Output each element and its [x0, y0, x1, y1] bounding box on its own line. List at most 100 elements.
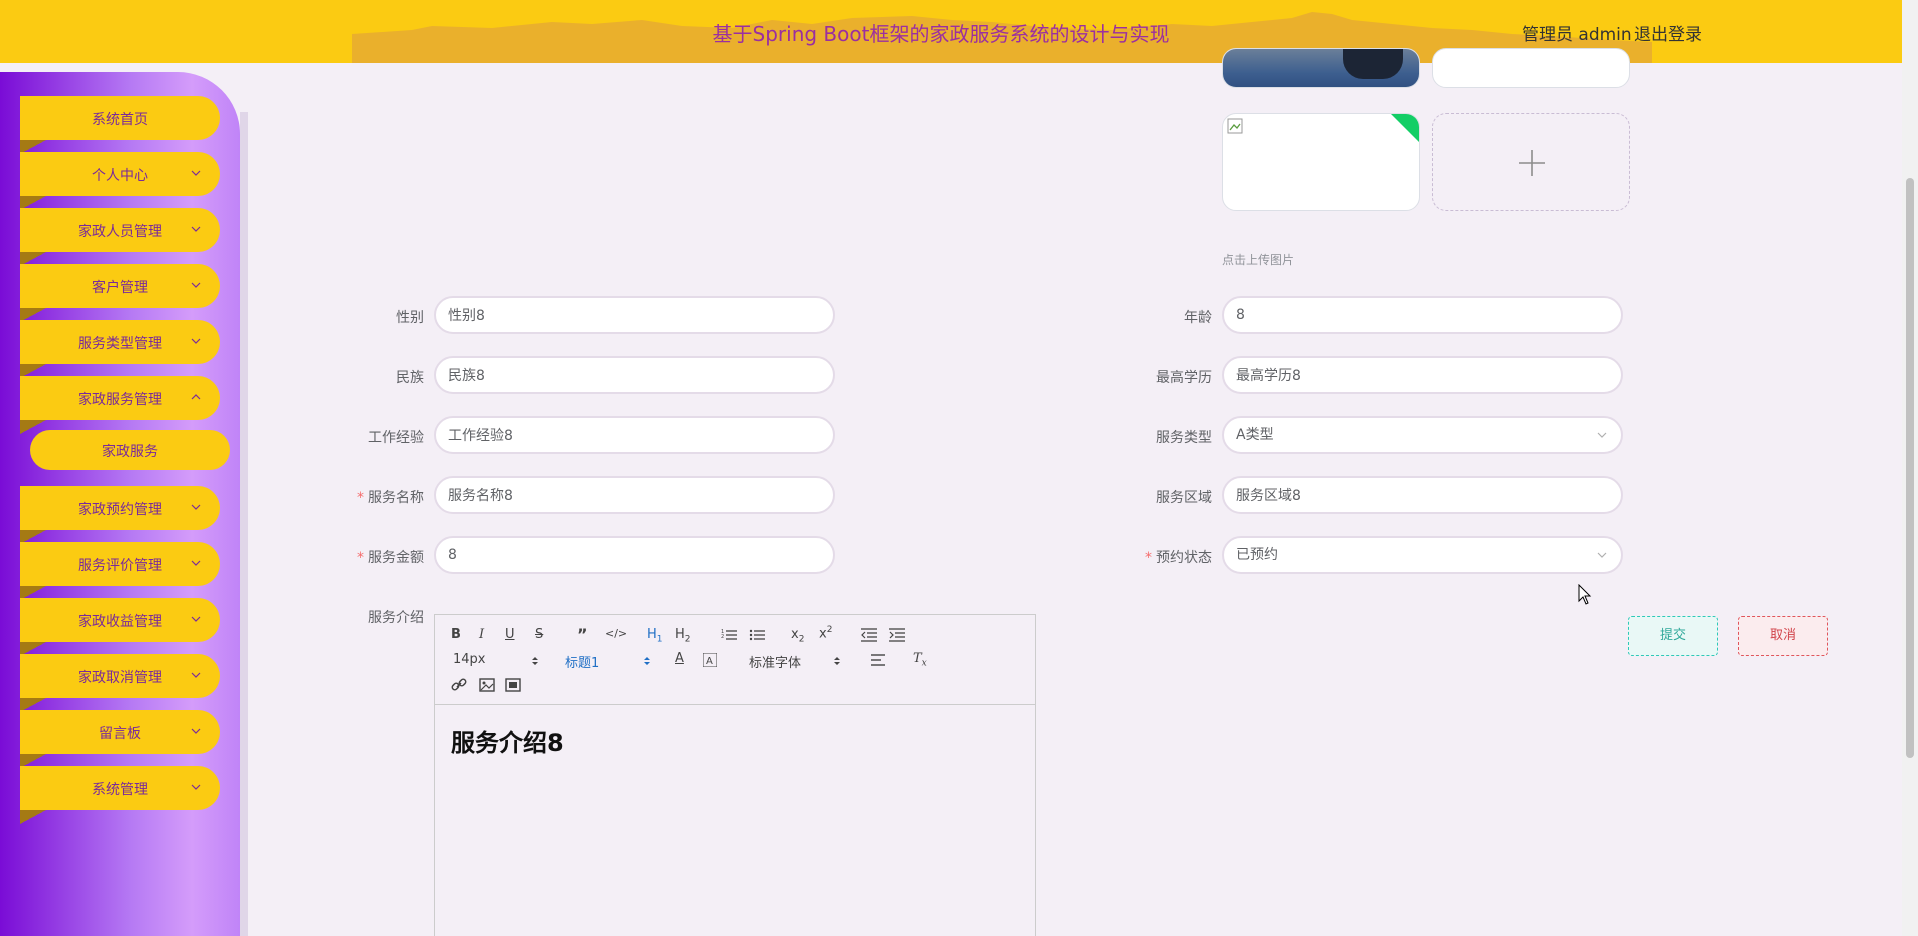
chevron-down-icon	[191, 170, 201, 176]
service-area-label: 服务区域	[1156, 490, 1212, 506]
h1-icon[interactable]: H1	[647, 627, 663, 645]
experience-label: 工作经验	[368, 430, 424, 446]
sidebar-edge	[240, 112, 248, 936]
booking-status-label: * 预约状态	[1145, 550, 1212, 566]
link-icon[interactable]	[451, 677, 467, 693]
sidebar-item[interactable]: 系统首页	[20, 96, 220, 154]
chevron-down-icon	[191, 728, 201, 734]
upload-hint: 点击上传图片	[1222, 253, 1295, 267]
chevron-down-icon	[191, 672, 201, 678]
sidebar-item[interactable]: 个人中心	[20, 152, 220, 210]
gender-label: 性别	[396, 310, 424, 326]
heading-select[interactable]: 标题1	[565, 652, 655, 671]
required-mark: *	[357, 490, 364, 506]
chevron-down-icon	[191, 616, 201, 622]
chevron-down-icon	[191, 504, 201, 510]
sidebar-item[interactable]: 家政取消管理	[20, 654, 220, 712]
education-input[interactable]	[1222, 356, 1623, 394]
font-family-value: 标准字体	[749, 656, 802, 671]
font-color-icon[interactable]: A	[675, 651, 684, 666]
image-preview-detail	[1343, 49, 1403, 79]
sidebar-item[interactable]: 服务评价管理	[20, 542, 220, 600]
service-amount-input[interactable]	[434, 536, 835, 574]
success-badge	[1391, 114, 1419, 142]
ethnicity-input[interactable]	[434, 356, 835, 394]
service-amount-label: * 服务金额	[357, 550, 424, 566]
h2-icon[interactable]: H2	[675, 627, 691, 645]
video-icon[interactable]	[505, 677, 521, 693]
ribbon-fold	[20, 810, 46, 824]
background-color-icon[interactable]: A	[703, 653, 717, 667]
sidebar-item-label: 系统首页	[92, 112, 148, 128]
sidebar-item[interactable]: 家政人员管理	[20, 208, 220, 266]
mouse-cursor-icon	[1578, 584, 1592, 605]
page-scrollbar[interactable]	[1902, 0, 1918, 936]
indent-icon[interactable]	[889, 628, 905, 642]
sidebar-item[interactable]: 家政收益管理	[20, 598, 220, 656]
rich-text-editor: B I U S ” </> H1 H2 12 x2 x2 14px 标题1 A …	[434, 614, 1036, 936]
chevron-down-icon	[191, 784, 201, 790]
sidebar-item[interactable]: 服务类型管理	[20, 320, 220, 378]
font-size-value: 14px	[453, 652, 486, 667]
font-family-select[interactable]: 标准字体	[749, 652, 845, 671]
sidebar-subitem-label: 家政服务	[102, 444, 158, 460]
service-name-input[interactable]	[434, 476, 835, 514]
image-icon[interactable]	[479, 677, 495, 693]
cancel-button[interactable]: 取消	[1738, 616, 1828, 656]
sidebar-item[interactable]: 家政预约管理	[20, 486, 220, 544]
clear-format-icon[interactable]: Tx	[913, 651, 927, 669]
bullet-list-icon[interactable]	[749, 628, 765, 642]
logout-link[interactable]: 退出登录	[1634, 20, 1702, 45]
uploaded-image-1[interactable]	[1222, 48, 1420, 88]
broken-image-icon	[1227, 118, 1243, 134]
underline-icon[interactable]: U	[505, 627, 515, 642]
age-label: 年龄	[1184, 310, 1212, 326]
align-icon[interactable]	[871, 653, 887, 667]
sidebar-subitem[interactable]: 家政服务	[30, 430, 230, 470]
submit-button[interactable]: 提交	[1628, 616, 1718, 656]
chevron-down-icon	[191, 282, 201, 288]
font-size-select[interactable]: 14px	[453, 652, 543, 667]
sidebar-item[interactable]: 留言板	[20, 710, 220, 768]
upload-image-button[interactable]	[1432, 113, 1630, 211]
gender-input[interactable]	[434, 296, 835, 334]
intro-label: 服务介绍	[368, 610, 424, 626]
service-type-label: 服务类型	[1156, 430, 1212, 446]
sidebar-item[interactable]: 家政服务管理	[20, 376, 220, 434]
chevron-down-icon	[191, 226, 201, 232]
code-icon[interactable]: </>	[605, 627, 627, 640]
booking-status-value: 已预约	[1236, 547, 1278, 563]
strike-icon[interactable]: S	[535, 627, 543, 642]
experience-input[interactable]	[434, 416, 835, 454]
uploaded-image-3[interactable]	[1222, 113, 1420, 211]
subscript-icon[interactable]: x2	[791, 627, 804, 645]
uploaded-image-2[interactable]	[1432, 48, 1630, 88]
outdent-icon[interactable]	[861, 628, 877, 642]
service-name-label: * 服务名称	[357, 490, 424, 506]
superscript-icon[interactable]: x2	[819, 625, 832, 641]
sidebar-item[interactable]: 系统管理	[20, 766, 220, 824]
ethnicity-label: 民族	[396, 370, 424, 386]
blockquote-icon[interactable]: ”	[577, 625, 588, 644]
service-type-value: A类型	[1236, 427, 1274, 443]
chevron-down-icon	[1597, 552, 1607, 558]
chevron-down-icon	[1597, 432, 1607, 438]
booking-status-select[interactable]: 已预约	[1222, 536, 1623, 574]
updown-icon	[834, 657, 840, 665]
ordered-list-icon[interactable]: 12	[721, 628, 737, 642]
updown-icon	[532, 657, 538, 665]
service-type-select[interactable]: A类型	[1222, 416, 1623, 454]
age-input[interactable]	[1222, 296, 1623, 334]
editor-content[interactable]: 服务介绍8	[451, 723, 564, 758]
italic-icon[interactable]: I	[479, 627, 484, 642]
service-area-input[interactable]	[1222, 476, 1623, 514]
svg-text:A: A	[706, 656, 713, 667]
heading-value: 标题1	[565, 656, 600, 671]
required-mark: *	[357, 550, 364, 566]
chevron-down-icon	[191, 338, 201, 344]
bold-icon[interactable]: B	[451, 627, 461, 642]
scrollbar-thumb[interactable]	[1906, 178, 1914, 758]
sidebar-item[interactable]: 客户管理	[20, 264, 220, 322]
chevron-down-icon	[191, 560, 201, 566]
chevron-up-icon	[191, 394, 201, 400]
